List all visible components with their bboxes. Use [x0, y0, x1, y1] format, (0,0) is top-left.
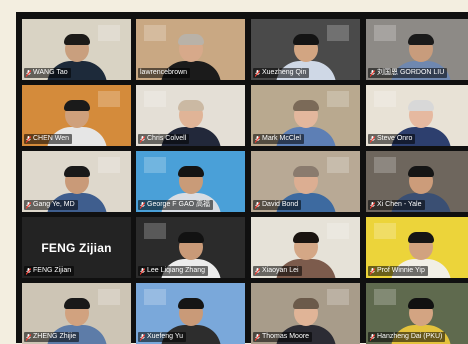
participant-name-label: Lee Liqiang Zhang	[138, 266, 208, 276]
muted-mic-icon	[140, 333, 145, 341]
participant-name-label: Xuezheng Qin	[253, 68, 310, 78]
muted-mic-icon	[255, 333, 260, 341]
participant-video-tile[interactable]: WANG Tao	[22, 19, 131, 80]
participant-video-tile[interactable]: Xi Chen - Yale	[366, 151, 468, 212]
participant-name: Hanzheng Dai (PKU)	[377, 333, 443, 340]
participant-name: Xuefeng Yu	[147, 333, 184, 340]
muted-mic-icon	[26, 201, 31, 209]
meeting-screenshot: WANG Tao lawrencebrown Xuezheng Qin 刘国恩 GOR…	[0, 0, 468, 344]
participant-name: FENG Zijian	[33, 267, 72, 274]
muted-mic-icon	[140, 201, 145, 209]
participant-video-tile[interactable]: Xiaoyan Lei	[251, 217, 360, 278]
muted-mic-icon	[255, 267, 260, 275]
participant-name-label: Thomas Moore	[253, 332, 313, 342]
participant-video-tile[interactable]: David Bond	[251, 151, 360, 212]
participant-name-label: Mark McClel	[253, 134, 304, 144]
participant-video-tile[interactable]: Lee Liqiang Zhang	[136, 217, 245, 278]
muted-mic-icon	[370, 201, 375, 209]
participant-name-label: Xuefeng Yu	[138, 332, 187, 342]
participant-name: 刘国恩 GORDON LIU	[377, 69, 445, 76]
participant-name: WANG Tao	[33, 69, 68, 76]
muted-mic-icon	[26, 69, 31, 77]
participant-video-tile[interactable]: George F GAO 高福	[136, 151, 245, 212]
muted-mic-icon	[370, 135, 375, 143]
participant-name: lawrencebrown	[140, 69, 188, 76]
muted-mic-icon	[255, 201, 260, 209]
participant-name-label: David Bond	[253, 200, 302, 210]
participant-name: Xuezheng Qin	[262, 69, 307, 76]
participant-name-label: WANG Tao	[24, 68, 71, 78]
video-gallery-window: WANG Tao lawrencebrown Xuezheng Qin 刘国恩 GOR…	[16, 12, 468, 344]
participant-name: CHEN Wen	[33, 135, 70, 142]
participant-name-label: George F GAO 高福	[138, 200, 214, 210]
participant-video-tile[interactable]: Thomas Moore	[251, 283, 360, 344]
participant-video-tile[interactable]: 刘国恩 GORDON LIU	[366, 19, 468, 80]
muted-mic-icon	[140, 135, 145, 143]
participant-name-label: Prof Winnie Yip	[368, 266, 428, 276]
participant-video-tile[interactable]: Xuefeng Yu	[136, 283, 245, 344]
participant-video-tile[interactable]: Gang Ye, MD	[22, 151, 131, 212]
participant-name: Thomas Moore	[262, 333, 310, 340]
participant-name: Gang Ye, MD	[33, 201, 75, 208]
participant-name-label: FENG Zijian	[24, 266, 75, 276]
participant-video-tile[interactable]: ZHENG Zhijie	[22, 283, 131, 344]
participant-name: George F GAO 高福	[147, 201, 211, 208]
participant-name-label: Xiaoyan Lei	[253, 266, 302, 276]
muted-mic-icon	[370, 333, 375, 341]
participant-video-tile[interactable]: Xuezheng Qin	[251, 19, 360, 80]
participant-name-label: Steve Onro	[368, 134, 416, 144]
participant-name-label: Hanzheng Dai (PKU)	[368, 332, 446, 342]
participant-name-label: CHEN Wen	[24, 134, 73, 144]
participant-name-label: Xi Chen - Yale	[368, 200, 425, 210]
participant-video-tile[interactable]: FENG Zijian FENG Zijian	[22, 217, 131, 278]
participant-name: Chris Colvell	[147, 135, 187, 142]
participant-video-tile[interactable]: Mark McClel	[251, 85, 360, 146]
participant-name: Lee Liqiang Zhang	[147, 267, 205, 274]
muted-mic-icon	[26, 135, 31, 143]
avatar-name-display: FENG Zijian	[41, 241, 112, 255]
participant-name-label: 刘国恩 GORDON LIU	[368, 68, 448, 78]
participant-name: Xiaoyan Lei	[262, 267, 299, 274]
participant-name: Prof Winnie Yip	[377, 267, 425, 274]
participant-name: Mark McClel	[262, 135, 301, 142]
participant-video-tile[interactable]: lawrencebrown	[136, 19, 245, 80]
participant-video-tile[interactable]: Hanzheng Dai (PKU)	[366, 283, 468, 344]
muted-mic-icon	[370, 69, 375, 77]
participant-video-tile[interactable]: Prof Winnie Yip	[366, 217, 468, 278]
muted-mic-icon	[255, 135, 260, 143]
muted-mic-icon	[26, 267, 31, 275]
muted-mic-icon	[140, 267, 145, 275]
muted-mic-icon	[255, 69, 260, 77]
participant-name: ZHENG Zhijie	[33, 333, 77, 340]
participant-video-tile[interactable]: CHEN Wen	[22, 85, 131, 146]
participant-name-label: ZHENG Zhijie	[24, 332, 80, 342]
muted-mic-icon	[26, 333, 31, 341]
participant-name: Steve Onro	[377, 135, 413, 142]
participant-video-tile[interactable]: Steve Onro	[366, 85, 468, 146]
participant-name-label: Chris Colvell	[138, 134, 190, 144]
participant-name-label: lawrencebrown	[138, 68, 191, 78]
participant-name-label: Gang Ye, MD	[24, 200, 78, 210]
participant-name: David Bond	[262, 201, 299, 208]
participant-name: Xi Chen - Yale	[377, 201, 422, 208]
participant-video-tile[interactable]: Chris Colvell	[136, 85, 245, 146]
muted-mic-icon	[370, 267, 375, 275]
